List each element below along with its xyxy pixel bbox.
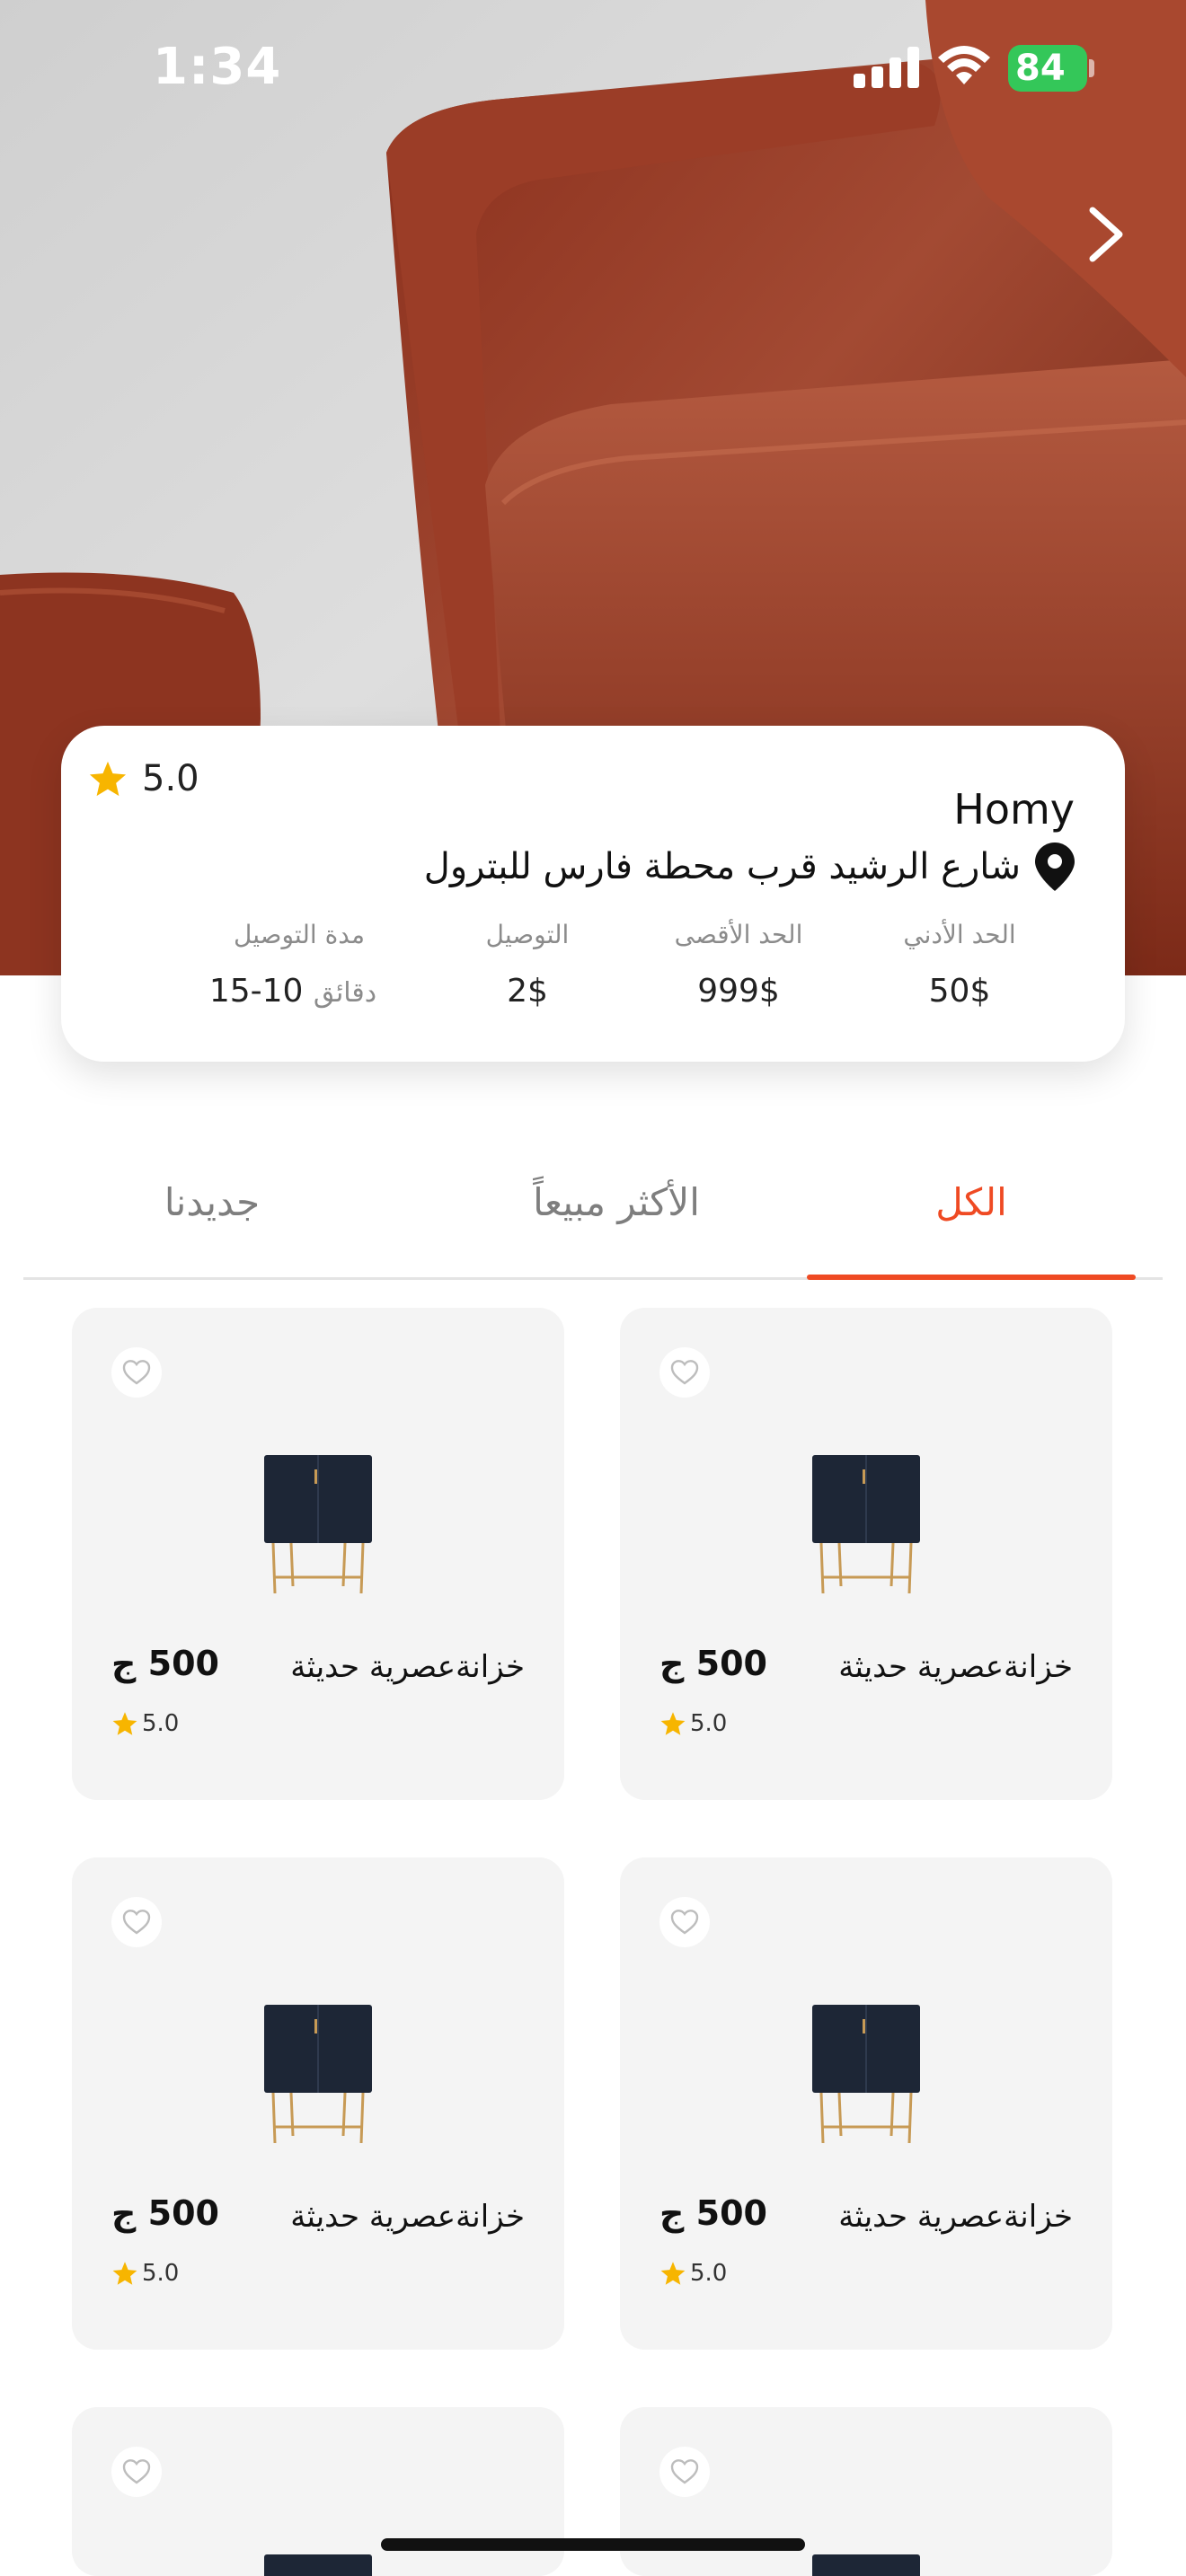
product-card[interactable]: خزانةعصرية حديثة 500 ج 5.0: [72, 1857, 564, 2350]
product-image: [812, 2005, 920, 2144]
product-image: [264, 2554, 372, 2576]
battery-icon: 84: [1008, 45, 1087, 92]
status-bar: 1:34 84: [0, 0, 1186, 135]
product-rating-value: 5.0: [142, 1710, 180, 1737]
star-icon: [89, 761, 127, 797]
product-image: [812, 1455, 920, 1594]
heart-icon: [670, 1910, 699, 1935]
shop-info-card: 5.0 Homy شارع الرشيد قرب محطة فارس للبتر…: [61, 726, 1125, 1062]
product-rating-value: 5.0: [690, 2260, 728, 2287]
tab-active-indicator: [807, 1275, 1136, 1280]
star-icon: [112, 2262, 137, 2285]
heart-icon: [122, 2459, 151, 2484]
product-card[interactable]: خزانةعصرية حديثة 500 ج 5.0: [620, 1308, 1112, 1800]
shop-rating: 5.0: [88, 758, 199, 799]
battery-level: 84: [1015, 48, 1066, 89]
product-image: [264, 2005, 372, 2144]
shop-rating-value: 5.0: [142, 758, 199, 799]
stat-delivery-time: مدة التوصيل دقائق 10-15: [196, 920, 403, 1010]
heart-icon: [670, 2459, 699, 2484]
product-price: 500 ج: [111, 2193, 219, 2233]
star-icon: [660, 1712, 686, 1735]
stat-max-value: 999$: [697, 973, 780, 1010]
product-rating-value: 5.0: [690, 1710, 728, 1737]
tab-new[interactable]: جديدنا: [77, 1180, 347, 1224]
product-card[interactable]: خزانةعصرية حديثة 500 ج 5.0: [620, 1857, 1112, 2350]
favorite-button[interactable]: [111, 1897, 162, 1947]
star-icon: [660, 2262, 686, 2285]
tab-best-selling[interactable]: الأكثر مبيعاً: [419, 1180, 814, 1224]
favorite-button[interactable]: [111, 1347, 162, 1398]
stat-delivery-fee: التوصيل 2$: [460, 920, 595, 1010]
stat-delivery-value: 2$: [507, 973, 548, 1010]
tab-all[interactable]: الكل: [807, 1180, 1136, 1224]
chevron-right-icon[interactable]: [1078, 203, 1132, 266]
product-rating: 5.0: [111, 1710, 179, 1737]
favorite-button[interactable]: [659, 1897, 710, 1947]
stat-max-label: الحد الأقصى: [674, 920, 803, 949]
product-name: خزانةعصرية حديثة: [290, 1649, 525, 1685]
heart-icon: [670, 1360, 699, 1385]
stat-min-value: 50$: [928, 973, 991, 1010]
product-price: 500 ج: [659, 1644, 767, 1683]
star-icon: [112, 1712, 137, 1735]
stat-delivery-label: التوصيل: [485, 920, 570, 949]
shop-stats: الحد الأدني 50$ الحد الأقصى 999$ التوصيل…: [61, 920, 1125, 1045]
heart-icon: [122, 1360, 151, 1385]
product-card[interactable]: خزانةعصرية حديثة 500 ج 5.0: [72, 1308, 564, 1800]
signal-icon: [854, 47, 919, 88]
product-image: [812, 2554, 920, 2576]
product-name: خزانةعصرية حديثة: [838, 1649, 1073, 1685]
product-rating: 5.0: [659, 1710, 727, 1737]
category-tabs: الكل الأكثر مبيعاً جديدنا: [23, 1168, 1163, 1280]
product-name: خزانةعصرية حديثة: [290, 2199, 525, 2235]
product-rating: 5.0: [659, 2260, 727, 2287]
shop-name: Homy: [953, 785, 1075, 834]
shop-address-text: شارع الرشيد قرب محطة فارس للبترول: [423, 846, 1021, 887]
stat-time-label: مدة التوصيل: [234, 920, 365, 949]
location-pin-icon: [1035, 842, 1075, 891]
product-price: 500 ج: [111, 1644, 219, 1683]
stat-max-order: الحد الأقصى 999$: [649, 920, 828, 1010]
product-name: خزانةعصرية حديثة: [838, 2199, 1073, 2235]
favorite-button[interactable]: [659, 1347, 710, 1398]
stat-time-value-row: دقائق 10-15: [196, 973, 403, 1010]
favorite-button[interactable]: [111, 2447, 162, 2497]
favorite-button[interactable]: [659, 2447, 710, 2497]
product-rating: 5.0: [111, 2260, 179, 2287]
wifi-icon: [938, 46, 990, 84]
battery-cap: [1089, 59, 1094, 77]
product-rating-value: 5.0: [142, 2260, 180, 2287]
product-image: [264, 1455, 372, 1594]
stat-min-label: الحد الأدني: [903, 920, 1016, 949]
stat-time-value: 10-15: [208, 973, 304, 1010]
shop-address: شارع الرشيد قرب محطة فارس للبترول: [424, 842, 1075, 891]
stat-min-order: الحد الأدني 50$: [870, 920, 1049, 1010]
home-indicator[interactable]: [381, 2538, 805, 2551]
status-time: 1:34: [153, 38, 282, 96]
stat-time-unit: دقائق: [313, 977, 377, 1009]
product-price: 500 ج: [659, 2193, 767, 2233]
heart-icon: [122, 1910, 151, 1935]
